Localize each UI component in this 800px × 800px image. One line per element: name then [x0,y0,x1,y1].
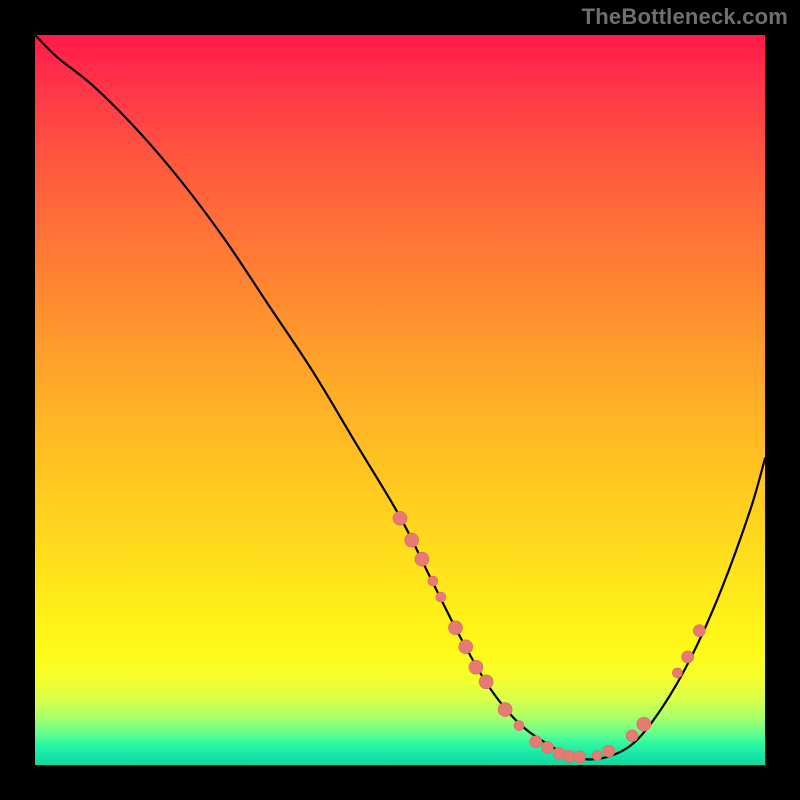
data-marker [530,736,542,748]
data-marker [574,751,586,763]
data-marker [428,576,438,586]
data-marker [479,675,493,689]
chart-container: TheBottleneck.com [0,0,800,800]
plot-area [35,35,765,765]
data-marker [626,730,638,742]
data-marker [498,703,512,717]
data-marker [448,621,462,635]
data-marker [637,717,651,731]
data-marker [541,741,553,753]
data-marker [514,721,524,731]
watermark-label: TheBottleneck.com [582,4,788,30]
data-marker [693,625,705,637]
marker-group [393,511,705,763]
data-marker [592,751,602,761]
data-marker [405,533,419,547]
data-marker [469,660,483,674]
data-marker [459,640,473,654]
data-marker [603,745,615,757]
data-marker [436,592,446,602]
bottleneck-curve [35,35,765,760]
data-marker [682,651,694,663]
data-marker [393,511,407,525]
data-marker [672,668,682,678]
chart-svg [35,35,765,765]
data-marker [415,552,429,566]
